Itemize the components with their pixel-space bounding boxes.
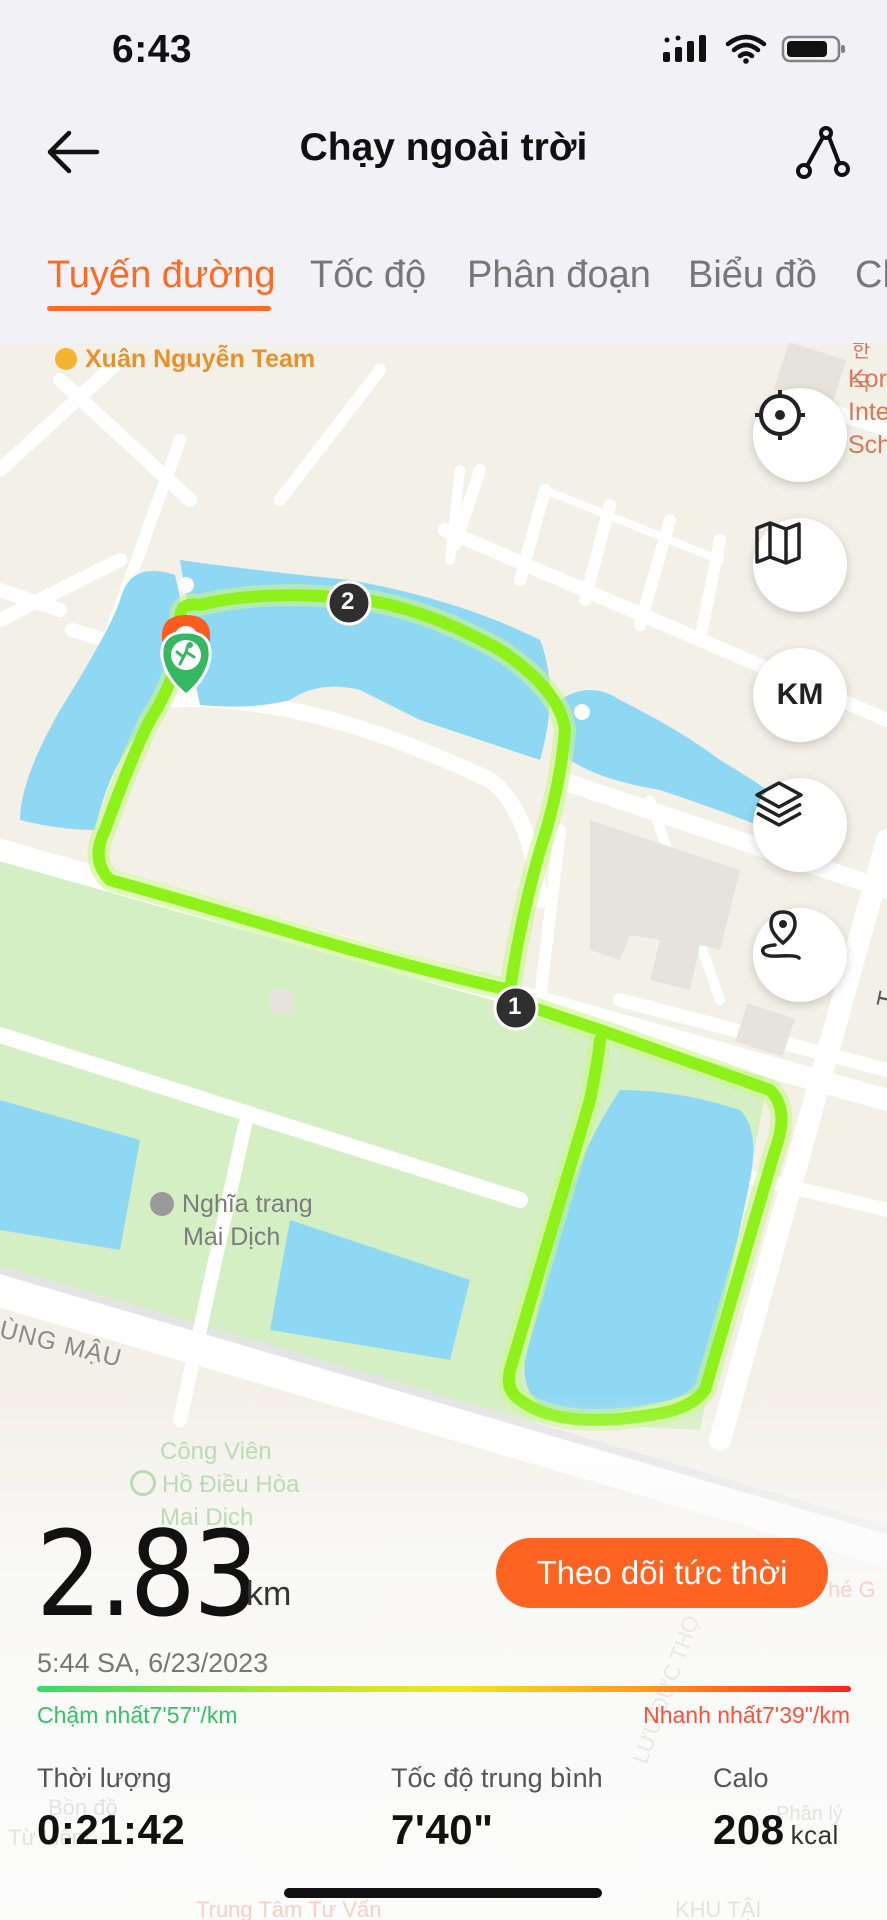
- fastest-pace: Nhanh nhất7'39"/km: [643, 1702, 850, 1728]
- status-time: 6:43: [112, 28, 193, 71]
- header: Chạy ngoài trời: [0, 100, 887, 200]
- live-tracking-button[interactable]: Theo dõi tức thời: [496, 1538, 828, 1608]
- poi-cemetery: Nghĩa trang: [150, 1188, 313, 1221]
- unit-label: KM: [776, 678, 824, 711]
- activity-datetime: 5:44 SA, 6/23/2023: [37, 1648, 269, 1678]
- poi-school-line1: Kor: [848, 365, 887, 393]
- active-tab-indicator: [47, 306, 271, 311]
- slowest-pace: Chậm nhất7'57"/km: [37, 1702, 238, 1728]
- distance-value: 2.83: [36, 1505, 259, 1643]
- locate-button[interactable]: [753, 388, 847, 482]
- pace-gradient-bar: [37, 1686, 851, 1692]
- map-icon: [755, 521, 801, 565]
- route-icon: [796, 126, 850, 179]
- map-type-button[interactable]: [753, 518, 847, 612]
- poi-park: Hồ Điều Hòa: [130, 1468, 299, 1501]
- home-indicator[interactable]: [284, 1888, 602, 1898]
- avg-pace-label: Tốc độ trung bình: [391, 1763, 603, 1793]
- layers-button[interactable]: [753, 778, 847, 872]
- cemetery-icon: [150, 1192, 174, 1216]
- poi-team: Xuân Nguyễn Team: [55, 343, 315, 376]
- km-marker-1-label: 1: [508, 993, 522, 1020]
- poi-park-line1: Công Viên: [160, 1438, 272, 1465]
- tab-pace[interactable]: Tốc độ: [310, 254, 426, 297]
- route-share-button[interactable]: [787, 118, 857, 188]
- tab-bar: Tuyến đường Tốc độ Phân đoạn Biểu đồ Ch: [0, 232, 887, 312]
- unit-toggle-button[interactable]: KM: [753, 648, 847, 742]
- tab-segments[interactable]: Phân đoạn: [467, 254, 651, 297]
- map-label-right-g: hé G: [828, 1577, 876, 1602]
- status-icons: [661, 34, 847, 69]
- status-bar: 6:43: [0, 0, 887, 100]
- calories-label: Calo: [713, 1763, 769, 1793]
- route-map[interactable]: 1 2 Xuân Nguyễn Team 한국 Kor Inte Sch Ngh…: [0, 343, 887, 1920]
- layers-icon: [755, 781, 803, 827]
- map-label-bottom-right: KHU TẬI: [675, 1897, 762, 1920]
- page-title: Chạy ngoài trời: [299, 126, 588, 169]
- calories-block: 208 kcal: [713, 1806, 839, 1854]
- distance-unit: km: [246, 1575, 292, 1613]
- crosshair-icon: [755, 390, 805, 440]
- tab-charts[interactable]: Biểu đồ: [688, 254, 817, 297]
- battery-icon: [781, 34, 847, 69]
- calories-unit: kcal: [790, 1820, 839, 1850]
- wifi-icon: [725, 34, 767, 69]
- poi-school-line2: Inte: [848, 398, 887, 426]
- poi-school-line3: Sch: [848, 431, 887, 459]
- poi-cemetery-line2: Mai Dịch: [183, 1223, 281, 1251]
- route-pin-button[interactable]: [753, 908, 847, 1002]
- location-route-icon: [761, 910, 801, 960]
- avg-pace-value: 7'40": [391, 1806, 494, 1853]
- tab-more[interactable]: Ch: [855, 254, 887, 297]
- signal-icon: [661, 34, 711, 69]
- duration-label: Thời lượng: [37, 1763, 172, 1793]
- km-marker-2-label: 2: [341, 588, 355, 615]
- calories-value: 208: [713, 1806, 785, 1853]
- duration-value: 0:21:42: [37, 1806, 186, 1853]
- park-icon: [130, 1470, 156, 1496]
- tab-route[interactable]: Tuyến đường: [47, 254, 276, 297]
- poi-briefcase-icon: [55, 348, 77, 370]
